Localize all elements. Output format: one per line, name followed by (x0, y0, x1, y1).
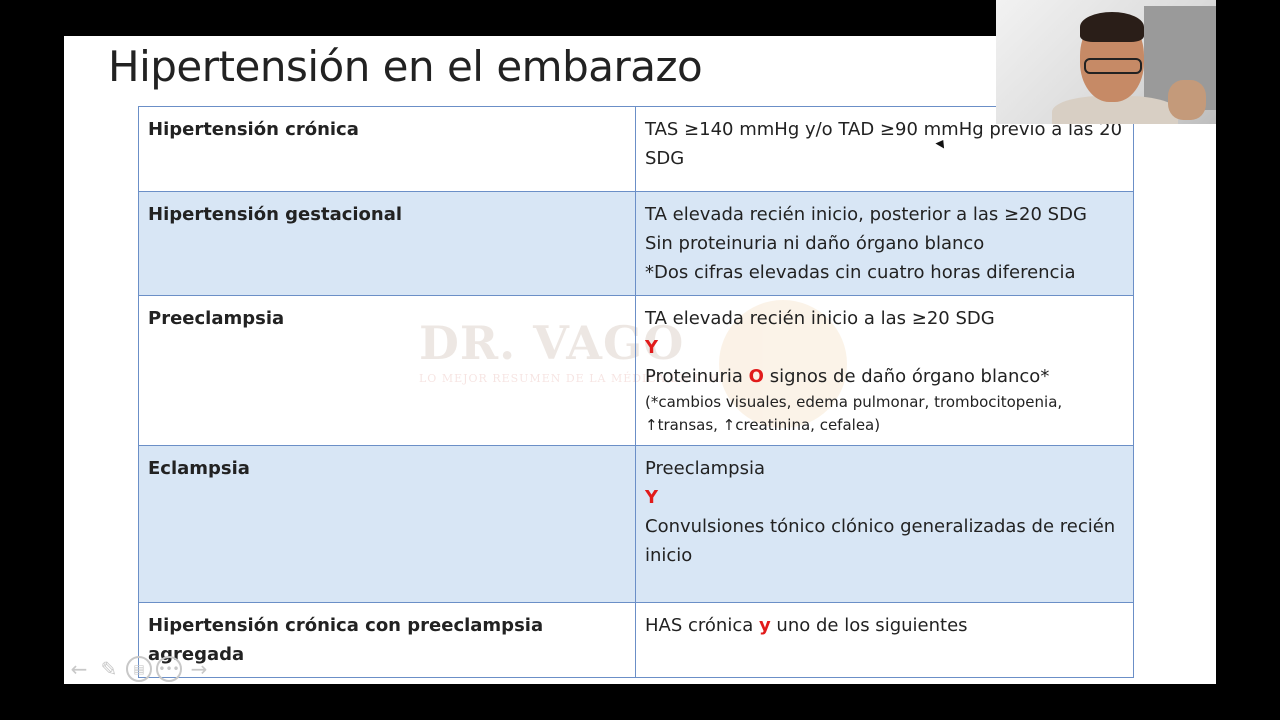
slides-overview-icon[interactable]: ▤ (126, 656, 152, 682)
definition-line: Preeclampsia (645, 458, 765, 479)
slide-title: Hipertensión en el embarazo (108, 42, 703, 91)
presenter-webcam (996, 0, 1216, 124)
more-options-icon[interactable]: ••• (156, 656, 182, 682)
row-definition: TA elevada recién inicio, posterior a la… (635, 191, 1134, 296)
row-term: Hipertensión crónica (138, 106, 636, 192)
row-definition: Preeclampsia Y Convulsiones tónico clóni… (635, 445, 1134, 603)
next-slide-icon[interactable]: → (186, 656, 212, 682)
definition-line: Proteinuria O signos de daño órgano blan… (645, 362, 1124, 391)
presentation-slide: Hipertensión en el embarazo DR. VAGO LO … (64, 36, 1216, 684)
definition-line: TA elevada recién inicio a las ≥20 SDG (645, 308, 995, 329)
pen-icon[interactable]: ✎ (96, 656, 122, 682)
table-row: Hipertensión crónica TAS ≥140 mmHg y/o T… (138, 106, 1134, 192)
table-row: Hipertensión gestacional TA elevada reci… (138, 191, 1134, 296)
definition-line: HAS crónica y uno de los siguientes (645, 611, 1124, 640)
row-term: Eclampsia (138, 445, 636, 603)
previous-slide-icon[interactable]: ← (66, 656, 92, 682)
conjunction-y: Y (645, 487, 659, 508)
definition-line: Sin proteinuria ni daño órgano blanco (645, 233, 985, 254)
conjunction-y: Y (645, 337, 659, 358)
text-segment: Proteinuria (645, 366, 749, 387)
slideshow-controls: ← ✎ ▤ ••• → (66, 656, 212, 682)
table-row: Eclampsia Preeclampsia Y Convulsiones tó… (138, 445, 1134, 603)
footnote-line: ↑transas, ↑creatinina, cefalea) (645, 416, 881, 434)
text-segment: HAS crónica (645, 615, 759, 636)
row-term: Hipertensión crónica con preeclampsia ag… (138, 602, 636, 678)
presenter-hair (1080, 12, 1144, 42)
definitions-table: Hipertensión crónica TAS ≥140 mmHg y/o T… (138, 106, 1134, 678)
footnote-line: (*cambios visuales, edema pulmonar, trom… (645, 393, 1063, 411)
conjunction-o: O (748, 366, 764, 387)
definition-line: *Dos cifras elevadas cin cuatro horas di… (645, 262, 1076, 283)
definition-line: Convulsiones tónico clónico generalizada… (645, 516, 1116, 566)
row-term: Hipertensión gestacional (138, 191, 636, 296)
row-definition: TA elevada recién inicio a las ≥20 SDG Y… (635, 295, 1134, 446)
text-segment: signos de daño órgano blanco* (763, 366, 1050, 387)
row-term: Preeclampsia (138, 295, 636, 446)
row-definition: HAS crónica y uno de los siguientes (635, 602, 1134, 678)
conjunction-y: y (758, 615, 771, 636)
presenter-glasses (1084, 58, 1142, 74)
table-row: Preeclampsia TA elevada recién inicio a … (138, 295, 1134, 446)
presenter-hand (1168, 80, 1206, 120)
table-row: Hipertensión crónica con preeclampsia ag… (138, 602, 1134, 678)
text-segment: uno de los siguientes (770, 615, 968, 636)
definition-line: TA elevada recién inicio, posterior a la… (645, 204, 1087, 225)
